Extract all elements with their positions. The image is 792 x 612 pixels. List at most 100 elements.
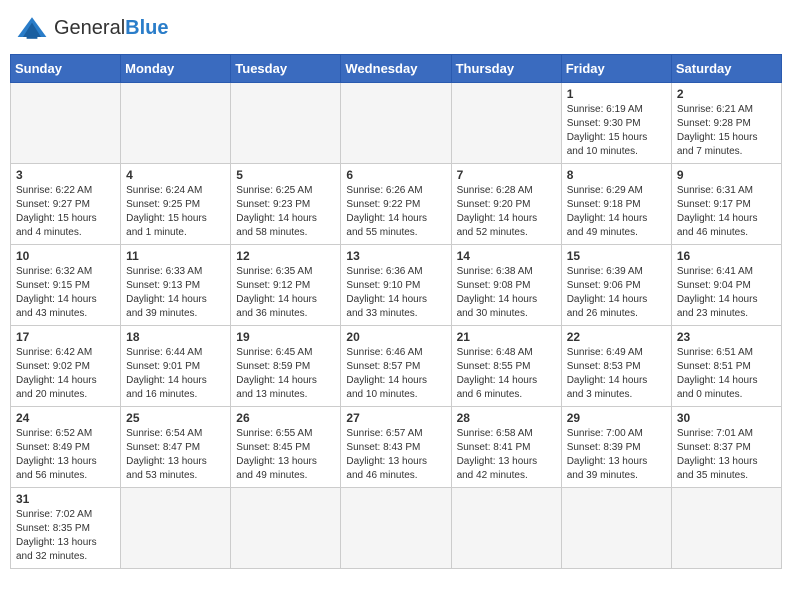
day-number: 5 [236,168,335,182]
calendar-cell: 4 Sunrise: 6:24 AM Sunset: 9:25 PM Daylig… [121,164,231,245]
logo: GeneralBlue [14,10,169,46]
calendar-cell: 26 Sunrise: 6:55 AM Sunset: 8:45 PM Dayli… [231,407,341,488]
day-number: 31 [16,492,115,506]
day-number: 28 [457,411,556,425]
calendar-cell [231,488,341,569]
col-header-saturday: Saturday [671,55,781,83]
day-info: Sunrise: 7:00 AM Sunset: 8:39 PM Dayligh… [567,427,666,483]
day-number: 26 [236,411,335,425]
calendar-week-row: 3 Sunrise: 6:22 AM Sunset: 9:27 PM Daylig… [11,164,782,245]
day-number: 13 [346,249,445,263]
calendar-cell: 14Sunrise: 6:38 AM Sunset: 9:08 PM Dayli… [451,245,561,326]
calendar-cell: 25Sunrise: 6:54 AM Sunset: 8:47 PM Dayli… [121,407,231,488]
day-info: Sunrise: 6:25 AM Sunset: 9:23 PM Dayligh… [236,184,335,240]
day-number: 3 [16,168,115,182]
calendar-cell: 27 Sunrise: 6:57 AM Sunset: 8:43 PM Dayli… [341,407,451,488]
calendar-table: SundayMondayTuesdayWednesdayThursdayFrid… [10,54,782,569]
calendar-cell: 7Sunrise: 6:28 AM Sunset: 9:20 PM Daylig… [451,164,561,245]
day-info: Sunrise: 6:49 AM Sunset: 8:53 PM Dayligh… [567,346,666,402]
calendar-cell: 12Sunrise: 6:35 AM Sunset: 9:12 PM Dayli… [231,245,341,326]
col-header-sunday: Sunday [11,55,121,83]
day-number: 20 [346,330,445,344]
calendar-cell: 5 Sunrise: 6:25 AM Sunset: 9:23 PM Daylig… [231,164,341,245]
day-number: 25 [126,411,225,425]
day-info: Sunrise: 7:02 AM Sunset: 8:35 PM Dayligh… [16,508,115,564]
calendar-cell: 18Sunrise: 6:44 AM Sunset: 9:01 PM Dayli… [121,326,231,407]
calendar-week-row: 31 Sunrise: 7:02 AM Sunset: 8:35 PM Dayli… [11,488,782,569]
calendar-cell: 3 Sunrise: 6:22 AM Sunset: 9:27 PM Daylig… [11,164,121,245]
day-info: Sunrise: 6:22 AM Sunset: 9:27 PM Dayligh… [16,184,115,240]
calendar-cell [231,83,341,164]
day-number: 24 [16,411,115,425]
day-info: Sunrise: 6:42 AM Sunset: 9:02 PM Dayligh… [16,346,115,402]
calendar-cell: 16Sunrise: 6:41 AM Sunset: 9:04 PM Dayli… [671,245,781,326]
calendar-cell: 10 Sunrise: 6:32 AM Sunset: 9:15 PM Dayli… [11,245,121,326]
calendar-cell: 15 Sunrise: 6:39 AM Sunset: 9:06 PM Dayli… [561,245,671,326]
calendar-cell: 13 Sunrise: 6:36 AM Sunset: 9:10 PM Dayli… [341,245,451,326]
calendar-cell [11,83,121,164]
calendar-cell: 24 Sunrise: 6:52 AM Sunset: 8:49 PM Dayli… [11,407,121,488]
day-number: 18 [126,330,225,344]
day-info: Sunrise: 6:33 AM Sunset: 9:13 PM Dayligh… [126,265,225,321]
day-number: 19 [236,330,335,344]
calendar-cell [561,488,671,569]
calendar-cell: 23 Sunrise: 6:51 AM Sunset: 8:51 PM Dayli… [671,326,781,407]
day-number: 10 [16,249,115,263]
calendar-cell: 1Sunrise: 6:19 AM Sunset: 9:30 PM Daylig… [561,83,671,164]
day-number: 6 [346,168,445,182]
day-info: Sunrise: 6:32 AM Sunset: 9:15 PM Dayligh… [16,265,115,321]
day-info: Sunrise: 6:39 AM Sunset: 9:06 PM Dayligh… [567,265,666,321]
day-info: Sunrise: 6:29 AM Sunset: 9:18 PM Dayligh… [567,184,666,240]
day-info: Sunrise: 6:46 AM Sunset: 8:57 PM Dayligh… [346,346,445,402]
col-header-friday: Friday [561,55,671,83]
day-info: Sunrise: 6:19 AM Sunset: 9:30 PM Dayligh… [567,103,666,159]
calendar-week-row: 10 Sunrise: 6:32 AM Sunset: 9:15 PM Dayli… [11,245,782,326]
day-info: Sunrise: 6:38 AM Sunset: 9:08 PM Dayligh… [457,265,556,321]
day-number: 23 [677,330,776,344]
day-number: 4 [126,168,225,182]
day-info: Sunrise: 6:26 AM Sunset: 9:22 PM Dayligh… [346,184,445,240]
calendar-cell [671,488,781,569]
calendar-cell: 20 Sunrise: 6:46 AM Sunset: 8:57 PM Dayli… [341,326,451,407]
calendar-cell [341,488,451,569]
day-number: 21 [457,330,556,344]
calendar-cell: 29Sunrise: 7:00 AM Sunset: 8:39 PM Dayli… [561,407,671,488]
col-header-thursday: Thursday [451,55,561,83]
calendar-week-row: 24 Sunrise: 6:52 AM Sunset: 8:49 PM Dayli… [11,407,782,488]
day-info: Sunrise: 6:24 AM Sunset: 9:25 PM Dayligh… [126,184,225,240]
calendar-cell: 17Sunrise: 6:42 AM Sunset: 9:02 PM Dayli… [11,326,121,407]
logo-text: GeneralBlue [54,17,169,40]
day-info: Sunrise: 6:36 AM Sunset: 9:10 PM Dayligh… [346,265,445,321]
calendar-cell: 9 Sunrise: 6:31 AM Sunset: 9:17 PM Daylig… [671,164,781,245]
page-header: GeneralBlue [10,10,782,46]
calendar-cell [341,83,451,164]
day-info: Sunrise: 7:01 AM Sunset: 8:37 PM Dayligh… [677,427,776,483]
day-number: 22 [567,330,666,344]
day-number: 9 [677,168,776,182]
calendar-cell: 6 Sunrise: 6:26 AM Sunset: 9:22 PM Daylig… [341,164,451,245]
day-info: Sunrise: 6:57 AM Sunset: 8:43 PM Dayligh… [346,427,445,483]
day-info: Sunrise: 6:31 AM Sunset: 9:17 PM Dayligh… [677,184,776,240]
calendar-cell: 30Sunrise: 7:01 AM Sunset: 8:37 PM Dayli… [671,407,781,488]
day-info: Sunrise: 6:48 AM Sunset: 8:55 PM Dayligh… [457,346,556,402]
day-info: Sunrise: 6:41 AM Sunset: 9:04 PM Dayligh… [677,265,776,321]
calendar-cell: 19 Sunrise: 6:45 AM Sunset: 8:59 PM Dayli… [231,326,341,407]
calendar-cell: 21 Sunrise: 6:48 AM Sunset: 8:55 PM Dayli… [451,326,561,407]
day-info: Sunrise: 6:55 AM Sunset: 8:45 PM Dayligh… [236,427,335,483]
day-number: 8 [567,168,666,182]
day-info: Sunrise: 6:45 AM Sunset: 8:59 PM Dayligh… [236,346,335,402]
day-info: Sunrise: 6:52 AM Sunset: 8:49 PM Dayligh… [16,427,115,483]
calendar-cell [121,83,231,164]
day-info: Sunrise: 6:28 AM Sunset: 9:20 PM Dayligh… [457,184,556,240]
calendar-cell: 11 Sunrise: 6:33 AM Sunset: 9:13 PM Dayli… [121,245,231,326]
col-header-tuesday: Tuesday [231,55,341,83]
day-number: 11 [126,249,225,263]
day-number: 2 [677,87,776,101]
day-info: Sunrise: 6:58 AM Sunset: 8:41 PM Dayligh… [457,427,556,483]
day-number: 27 [346,411,445,425]
col-header-monday: Monday [121,55,231,83]
calendar-cell [451,83,561,164]
day-number: 15 [567,249,666,263]
day-info: Sunrise: 6:51 AM Sunset: 8:51 PM Dayligh… [677,346,776,402]
day-info: Sunrise: 6:21 AM Sunset: 9:28 PM Dayligh… [677,103,776,159]
